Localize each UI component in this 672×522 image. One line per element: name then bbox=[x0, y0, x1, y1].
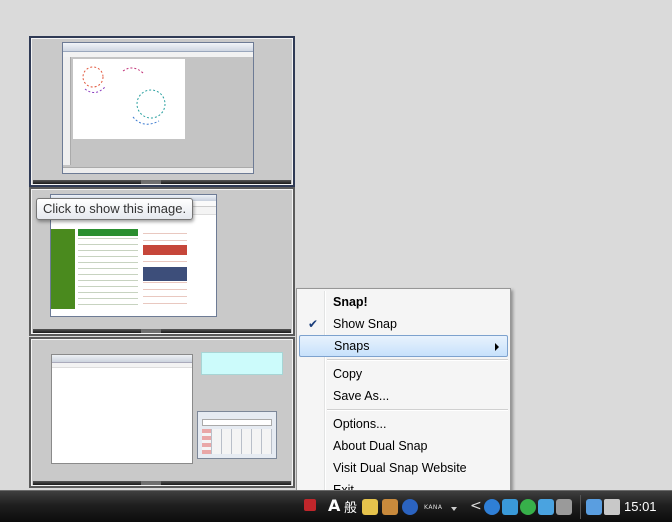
snap-thumbnail-1[interactable] bbox=[29, 36, 295, 187]
snap-context-menu: Snap! ✔ Show Snap Snaps Copy Save As... … bbox=[296, 288, 511, 500]
menu-item-label: About Dual Snap bbox=[333, 439, 428, 453]
check-icon: ✔ bbox=[307, 317, 319, 331]
menu-item-label: Show Snap bbox=[333, 317, 397, 331]
sticky-note-preview bbox=[201, 352, 283, 375]
menu-item-snap[interactable]: Snap! bbox=[299, 291, 508, 313]
tray-divider bbox=[580, 495, 581, 519]
shield-check-icon[interactable] bbox=[520, 499, 536, 515]
menu-item-label: Copy bbox=[333, 367, 363, 381]
menu-item-copy[interactable]: Copy bbox=[299, 363, 508, 385]
menu-item-save-as[interactable]: Save As... bbox=[299, 385, 508, 407]
help-icon[interactable] bbox=[402, 499, 418, 515]
snap-tooltip: Click to show this image. bbox=[36, 198, 194, 220]
ime-pad-icon[interactable] bbox=[362, 499, 378, 515]
menu-item-label: Snap! bbox=[333, 295, 368, 309]
show-hidden-icons-button[interactable]: < bbox=[470, 498, 482, 514]
network-icon[interactable] bbox=[502, 499, 518, 515]
briefcase-icon[interactable] bbox=[382, 499, 398, 515]
submenu-arrow-icon bbox=[495, 343, 499, 351]
menu-item-snaps[interactable]: Snaps bbox=[299, 335, 508, 357]
calculator-window-preview bbox=[197, 411, 277, 459]
chevron-down-icon[interactable] bbox=[451, 507, 457, 511]
windows-flag-icon[interactable] bbox=[556, 499, 572, 515]
speaker-icon[interactable] bbox=[604, 499, 620, 515]
menu-item-label: Save As... bbox=[333, 389, 390, 403]
snap-thumbnail-3[interactable] bbox=[29, 337, 295, 488]
red-snap-icon[interactable] bbox=[304, 499, 316, 511]
dropbox-icon[interactable] bbox=[538, 499, 554, 515]
menu-item-label: Options... bbox=[333, 417, 387, 431]
ime-kanji-indicator[interactable]: 般 bbox=[344, 497, 357, 516]
display-icon[interactable] bbox=[586, 499, 602, 515]
kana-indicator[interactable]: KANA bbox=[424, 504, 443, 511]
menu-item-label: Visit Dual Snap Website bbox=[333, 461, 467, 475]
menu-item-options[interactable]: Options... bbox=[299, 413, 508, 435]
menu-item-visit-website[interactable]: Visit Dual Snap Website bbox=[299, 457, 508, 479]
notepad-window-preview bbox=[51, 354, 193, 464]
taskbar: A 般 KANA < 15:01 bbox=[0, 490, 672, 522]
blue-refresh-icon[interactable] bbox=[484, 499, 500, 515]
scribble-drawing bbox=[82, 66, 166, 125]
menu-item-show-snap[interactable]: ✔ Show Snap bbox=[299, 313, 508, 335]
paint-window-preview bbox=[62, 42, 254, 174]
menu-item-label: Snaps bbox=[334, 339, 370, 353]
taskbar-clock[interactable]: 15:01 bbox=[624, 499, 657, 514]
menu-item-about[interactable]: About Dual Snap bbox=[299, 435, 508, 457]
ime-mode-indicator[interactable]: A bbox=[328, 496, 340, 515]
paint-canvas-preview bbox=[73, 59, 185, 139]
